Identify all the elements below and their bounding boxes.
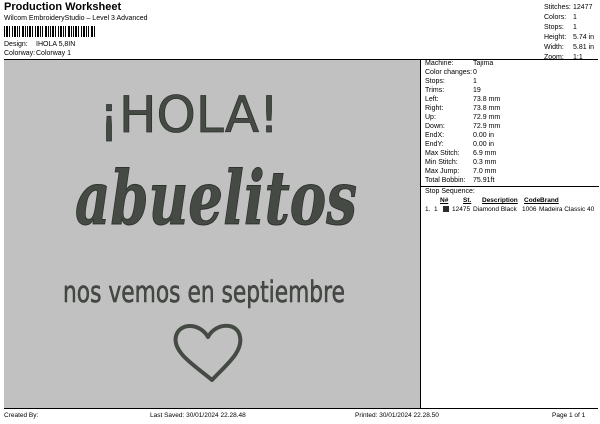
design-label: Design: — [4, 41, 28, 48]
stat-label: Down: — [425, 123, 445, 130]
summary-row: Colors: 1 — [544, 13, 598, 23]
colorway-label: Colorway: — [4, 50, 36, 57]
machine-stats-panel: Machine: Tajima Color changes: 0 Stops: 1 T… — [420, 60, 599, 408]
embroidery-design: ¡HOLA! abuelitos nos vemos en septiembre — [63, 86, 358, 382]
stat-value: 72.9 mm — [473, 123, 501, 130]
page-number: Page 1 of 1 — [552, 412, 586, 419]
summary-label: Stops: — [544, 24, 564, 31]
stat-label: Left: — [425, 96, 439, 103]
stat-value: 73.8 mm — [473, 96, 501, 103]
stat-value: 73.8 mm — [473, 105, 501, 112]
footer-divider — [4, 408, 598, 409]
stat-label: Right: — [425, 105, 444, 112]
summary-label: Width: — [544, 44, 564, 51]
stat-value: Tajima — [473, 60, 494, 67]
stop-sequence-title: Stop Sequence: — [425, 188, 475, 195]
stat-value: 19 — [473, 87, 481, 94]
design-preview: ¡HOLA! abuelitos nos vemos en septiembre — [4, 60, 420, 408]
design-text-subline: nos vemos en septiembre — [63, 275, 345, 309]
stop-header-brand: Brand — [540, 197, 559, 204]
printed-date: Printed: 30/01/2024 22.28.50 — [355, 412, 439, 419]
stat-label: Machine: — [425, 60, 454, 67]
stat-value: 0 — [473, 69, 477, 76]
stat-value: 6.9 mm — [473, 150, 497, 157]
summary-value: 12477 — [573, 4, 593, 11]
stat-label: Max Jump: — [425, 168, 460, 175]
software-name: Wilcom EmbroideryStudio – Level 3 Advanc… — [4, 15, 148, 22]
created-by: Created By: — [4, 412, 39, 419]
summary-label: Colors: — [544, 14, 567, 21]
stop-number: 1. — [425, 206, 431, 213]
stat-label: Up: — [425, 114, 436, 121]
last-saved: Last Saved: 30/01/2024 22.28.48 — [150, 412, 246, 419]
summary-value: 1 — [573, 14, 577, 21]
summary-stats: Stitches: 12477 Colors: 1 Stops: 1 Height: 5… — [544, 3, 598, 63]
colorway-value: Colorway 1 — [36, 50, 72, 57]
stop-sequence-divider — [421, 186, 599, 187]
stat-label: Total Bobbin: — [425, 177, 466, 184]
stop-brand: Madeira Classic 40 — [539, 206, 595, 213]
summary-row: Stitches: 12477 — [544, 3, 598, 13]
stat-label: Stops: — [425, 78, 445, 85]
summary-value: 5.81 in — [573, 44, 595, 51]
barcode — [4, 26, 95, 37]
stat-label: Color changes: — [425, 69, 473, 76]
stop-code: 1006 — [522, 206, 537, 213]
stat-value: 1 — [473, 78, 477, 85]
design-value: IHOLA 5,8IN — [36, 41, 76, 48]
stat-label: Min Stitch: — [425, 159, 458, 166]
heart-icon — [173, 323, 243, 382]
summary-row: Width: 5.81 in — [544, 43, 598, 53]
thread-color-swatch — [443, 206, 449, 212]
stop-header-code: Code — [524, 197, 541, 204]
stop-description: Diamond Black — [473, 206, 517, 213]
summary-label: Height: — [544, 34, 567, 41]
stop-stitches: 12475 — [452, 206, 471, 213]
stat-value: 7.0 mm — [473, 168, 497, 175]
stat-value: 0.00 in — [473, 132, 495, 139]
stop-header-description: Description — [482, 197, 518, 204]
summary-value: 1 — [573, 24, 577, 31]
stat-label: Max Stitch: — [425, 150, 460, 157]
stop-header-st: St. — [463, 197, 472, 204]
worksheet-title: Production Worksheet — [4, 1, 122, 13]
stat-label: EndY: — [425, 141, 444, 148]
summary-row: Height: 5.74 in — [544, 33, 598, 43]
summary-value: 5.74 in — [573, 34, 595, 41]
summary-row: Stops: 1 — [544, 23, 598, 33]
summary-label: Stitches: — [544, 4, 571, 11]
stat-label: EndX: — [425, 132, 445, 139]
stat-value: 75.91ft — [473, 177, 495, 184]
stop-header-n: N# — [440, 197, 449, 204]
stat-label: Trims: — [425, 87, 445, 94]
stat-value: 0.3 mm — [473, 159, 497, 166]
design-text-hola: ¡HOLA! — [99, 86, 279, 144]
stop-needle: 1 — [434, 206, 438, 213]
stat-value: 72.9 mm — [473, 114, 501, 121]
stat-value: 0.00 in — [473, 141, 495, 148]
design-text-abuelitos: abuelitos — [75, 156, 357, 242]
